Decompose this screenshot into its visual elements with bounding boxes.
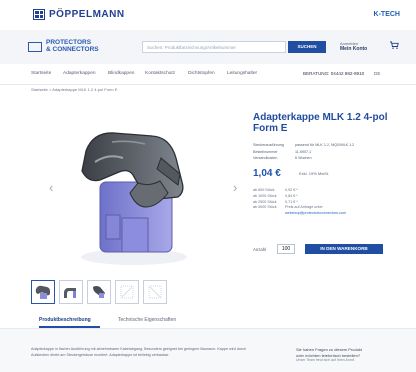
price-tiers: ab 600 Stück 0,92 € * ab 1000 Stück 0,84…	[253, 188, 393, 217]
price-note: Exkl. 19% MwSt.	[299, 171, 330, 176]
tier-email-link[interactable]: webshop@protectorsconnectors.com	[285, 211, 393, 217]
cart-button-label: IN DEN WARENKORB	[320, 246, 368, 251]
brand-name: PÖPPELMANN	[49, 9, 125, 20]
search-input[interactable]: Suchen: Produktbezeichnung/Artikelnummer	[142, 41, 286, 53]
hotline-text: BERATUNG: 04442 982-9910	[303, 71, 365, 76]
page-frame: PÖPPELMANN K-TECH PROTECTORS & CONNECTOR…	[0, 0, 416, 372]
cart-icon[interactable]	[389, 40, 399, 50]
search-button[interactable]: SUCHEN	[288, 41, 326, 53]
contact-line-3: Unser Team freut sich auf Ihren Anruf.	[296, 358, 355, 363]
spec-label: Versandkosten	[253, 156, 278, 160]
thumbnail-image-1	[35, 285, 50, 299]
product-title: Adapterkappe MLK 1.2 4-pol Form E	[253, 112, 388, 134]
thumbnail-strip	[31, 280, 167, 304]
thumbnail-image-2	[64, 288, 76, 298]
tab-technical-properties[interactable]: Technische Eigenschaften	[118, 317, 176, 323]
thumbnail-1[interactable]	[31, 280, 55, 304]
spec-value: 6 Wochen	[295, 156, 312, 160]
main-menu: Startseite Adapterkappen Blindkappen Kon…	[0, 64, 416, 85]
logo-line-2: & CONNECTORS	[46, 45, 99, 53]
next-image-button[interactable]: ›	[233, 180, 237, 195]
menu-item-dichtstopfen[interactable]: Dichtstopfen	[188, 71, 215, 76]
brand-logo[interactable]: PÖPPELMANN	[33, 9, 125, 20]
thumbnail-image-4	[120, 285, 134, 299]
quantity-label: Anzahl	[253, 247, 267, 252]
product-price: 1,04 €	[253, 168, 281, 179]
k-tech-logo[interactable]: K-TECH	[374, 11, 400, 18]
add-to-cart-button[interactable]: IN DEN WARENKORB	[305, 244, 383, 254]
quantity-input[interactable]: 100	[277, 244, 295, 254]
product-description: Adapterkappe in flacher Ausführung mit a…	[31, 347, 247, 357]
account-link[interactable]: Mein Konto	[340, 46, 367, 52]
header-strip: PROTECTORS & CONNECTORS Suchen: Produktb…	[0, 30, 416, 65]
thumbnail-3[interactable]	[87, 280, 111, 304]
brand-mark-icon	[33, 9, 45, 20]
account-area[interactable]: Anmelden Mein Konto	[340, 41, 367, 52]
product-tabs: Produktbeschreibung Technische Eigenscha…	[0, 314, 416, 329]
menu-item-kontaktschutz[interactable]: Kontaktschutz	[145, 71, 175, 76]
product-image	[81, 132, 187, 265]
thumbnail-image-3	[93, 286, 105, 298]
thumbnail-2[interactable]	[59, 280, 83, 304]
contact-box: Sie haben Fragen zu diesem Produkt oder …	[296, 347, 396, 364]
language-selector[interactable]: DE	[374, 71, 380, 76]
tab-product-description[interactable]: Produktbeschreibung	[39, 317, 91, 323]
active-tab-indicator	[39, 326, 100, 328]
spec-row: Versandkosten 6 Wochen	[253, 155, 393, 162]
tier-label	[253, 211, 285, 217]
top-bar: PÖPPELMANN K-TECH	[0, 0, 416, 31]
protectors-logo[interactable]: PROTECTORS & CONNECTORS	[28, 39, 99, 53]
menu-item-adapterkappen[interactable]: Adapterkappen	[63, 71, 96, 76]
protectors-logo-text: PROTECTORS & CONNECTORS	[46, 39, 99, 53]
thumbnail-4[interactable]	[115, 280, 139, 304]
thumbnail-5[interactable]	[143, 280, 167, 304]
menu-item-startseite[interactable]: Startseite	[31, 71, 51, 76]
menu-item-blindkappen[interactable]: Blindkappen	[108, 71, 134, 76]
thumbnail-image-5	[148, 285, 162, 299]
connector-icon	[28, 41, 42, 52]
tier-row: webshop@protectorsconnectors.com	[253, 211, 393, 217]
prev-image-button[interactable]: ‹	[49, 180, 53, 195]
product-specs: Steckerausführung passend für MLK 1.2, M…	[253, 142, 393, 162]
menu-item-leitungshalter[interactable]: Leitungshalter	[227, 71, 257, 76]
